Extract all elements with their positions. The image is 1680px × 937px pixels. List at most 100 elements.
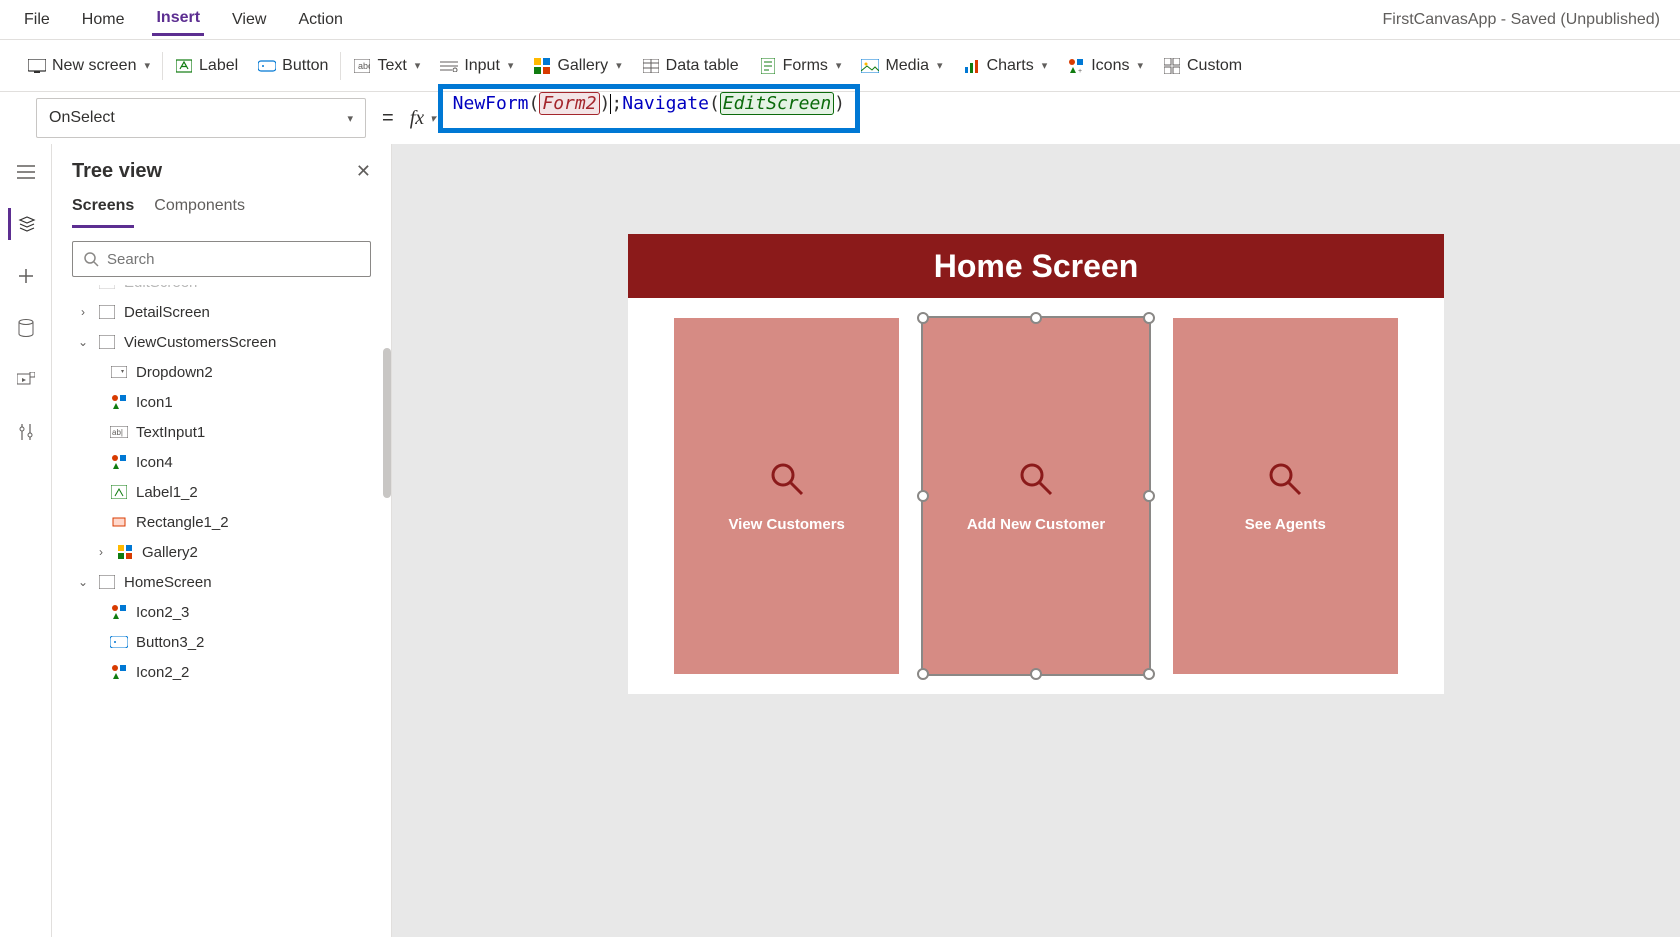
tree-node-textinput1[interactable]: ab|TextInput1 <box>52 417 391 447</box>
charts-btn-label: Charts <box>987 57 1034 75</box>
selection-handle[interactable] <box>1030 312 1042 324</box>
tree-node-icon1[interactable]: Icon1 <box>52 387 391 417</box>
forms-button[interactable]: Forms ▾ <box>751 51 850 81</box>
datatable-btn-label: Data table <box>666 57 739 75</box>
chevron-down-icon: ▾ <box>144 59 150 72</box>
custom-icon <box>1163 57 1181 75</box>
input-btn-label: Input <box>464 57 500 75</box>
tree-node-icon4[interactable]: Icon4 <box>52 447 391 477</box>
tree-scrollbar[interactable] <box>383 348 391 668</box>
tree-node-icon2_3[interactable]: Icon2_3 <box>52 597 391 627</box>
input-button[interactable]: Input ▾ <box>432 51 521 81</box>
tree-node-label: ViewCustomersScreen <box>124 334 276 351</box>
selection-handle[interactable] <box>1143 490 1155 502</box>
formula-highlight-box: NewForm(Form2);Navigate(EditScreen) <box>438 84 860 133</box>
selection-handle[interactable] <box>1030 668 1042 680</box>
card-label: Add New Customer <box>967 516 1105 533</box>
menu-file[interactable]: File <box>20 5 54 35</box>
close-icon[interactable]: ✕ <box>356 161 371 182</box>
tree-node-label: Gallery2 <box>142 544 198 561</box>
icons-icon <box>110 453 128 471</box>
selection-handle[interactable] <box>917 668 929 680</box>
tab-screens[interactable]: Screens <box>72 191 134 228</box>
selection-handle[interactable] <box>917 490 929 502</box>
app-title: FirstCanvasApp - Saved (Unpublished) <box>1383 11 1660 29</box>
new-screen-button[interactable]: New screen ▾ <box>20 51 158 81</box>
media-button[interactable]: Media ▾ <box>853 51 950 81</box>
tree-node-editscreen[interactable]: › EditScreen <box>52 285 391 297</box>
tree-node-gallery2[interactable]: › Gallery2 <box>52 537 391 567</box>
rail-tree-button[interactable] <box>8 208 40 240</box>
card-see-agents[interactable]: See Agents <box>1173 318 1398 674</box>
rail-tools-button[interactable] <box>10 416 42 448</box>
formula-input[interactable]: NewForm(Form2);Navigate(EditScreen) <box>448 98 1660 138</box>
tree-search-input[interactable] <box>107 251 360 268</box>
charts-button[interactable]: Charts ▾ <box>955 51 1056 81</box>
tree-node-detailscreen[interactable]: ›DetailScreen <box>52 297 391 327</box>
left-rail <box>0 144 52 937</box>
tree-search[interactable] <box>72 241 371 277</box>
tab-components[interactable]: Components <box>154 191 245 228</box>
tree-node-dropdown2[interactable]: Dropdown2 <box>52 357 391 387</box>
tree-node-homescreen[interactable]: ⌄HomeScreen <box>52 567 391 597</box>
top-menubar: File Home Insert View Action FirstCanvas… <box>0 0 1680 40</box>
forms-icon <box>759 57 777 75</box>
chevron-down-icon: ▾ <box>508 59 514 72</box>
design-canvas[interactable]: Home Screen View Customers Add New Custom… <box>392 144 1680 937</box>
app-header: Home Screen <box>628 234 1444 298</box>
label-button[interactable]: Label <box>167 51 246 81</box>
datatable-button[interactable]: Data table <box>634 51 747 81</box>
search-icon <box>1266 460 1304 498</box>
text-button[interactable]: abc Text ▾ <box>345 51 428 81</box>
screen-icon <box>98 303 116 321</box>
chevron-down-icon: ▾ <box>937 59 943 72</box>
button-icon <box>110 633 128 651</box>
icons-icon <box>110 603 128 621</box>
rail-data-button[interactable] <box>10 312 42 344</box>
tree-node-label1_2[interactable]: Label1_2 <box>52 477 391 507</box>
custom-btn-label: Custom <box>1187 57 1242 75</box>
menu-view[interactable]: View <box>228 5 270 35</box>
card-view-customers[interactable]: View Customers <box>674 318 899 674</box>
screen-icon <box>28 57 46 75</box>
equals-sign: = <box>378 107 398 130</box>
property-selector[interactable]: OnSelect ▾ <box>36 98 366 138</box>
rail-media-button[interactable] <box>10 364 42 396</box>
selection-handle[interactable] <box>917 312 929 324</box>
button-icon <box>258 57 276 75</box>
custom-button[interactable]: Custom <box>1155 51 1250 81</box>
button-btn-label: Button <box>282 57 328 75</box>
tree-node-label: Icon2_3 <box>136 604 189 621</box>
tree-node-label: Icon1 <box>136 394 173 411</box>
rail-add-button[interactable] <box>10 260 42 292</box>
gallery-button[interactable]: Gallery ▾ <box>525 51 629 81</box>
label-icon <box>110 483 128 501</box>
menu-action[interactable]: Action <box>294 5 346 35</box>
tree-node-button3_2[interactable]: Button3_2 <box>52 627 391 657</box>
tree-view-title: Tree view <box>72 160 162 183</box>
chevron-icon: › <box>76 285 90 289</box>
selection-handle[interactable] <box>1143 668 1155 680</box>
chevron-down-icon: ▾ <box>616 59 622 72</box>
icons-button[interactable]: + Icons ▾ <box>1059 51 1151 81</box>
media-icon <box>861 57 879 75</box>
chevron-icon: › <box>94 545 108 559</box>
selection-handle[interactable] <box>1143 312 1155 324</box>
tree-node-label: EditScreen <box>124 285 197 291</box>
svg-text:ab|: ab| <box>112 428 123 437</box>
tree-node-viewcustomersscreen[interactable]: ⌄ViewCustomersScreen <box>52 327 391 357</box>
menu-insert[interactable]: Insert <box>152 3 204 36</box>
search-icon <box>83 251 99 267</box>
tree-node-rectangle1_2[interactable]: Rectangle1_2 <box>52 507 391 537</box>
button-button[interactable]: Button <box>250 51 336 81</box>
chevron-down-icon: ▾ <box>836 59 842 72</box>
tree-node-label: Button3_2 <box>136 634 204 651</box>
icons-icon <box>110 663 128 681</box>
menu-home[interactable]: Home <box>78 5 129 35</box>
input-icon <box>440 57 458 75</box>
fx-label[interactable]: fx▾ <box>410 107 436 130</box>
card-add-new-customer[interactable]: Add New Customer <box>923 318 1148 674</box>
text-icon: abc <box>353 57 371 75</box>
tree-node-icon2_2[interactable]: Icon2_2 <box>52 657 391 687</box>
rail-menu-button[interactable] <box>10 156 42 188</box>
